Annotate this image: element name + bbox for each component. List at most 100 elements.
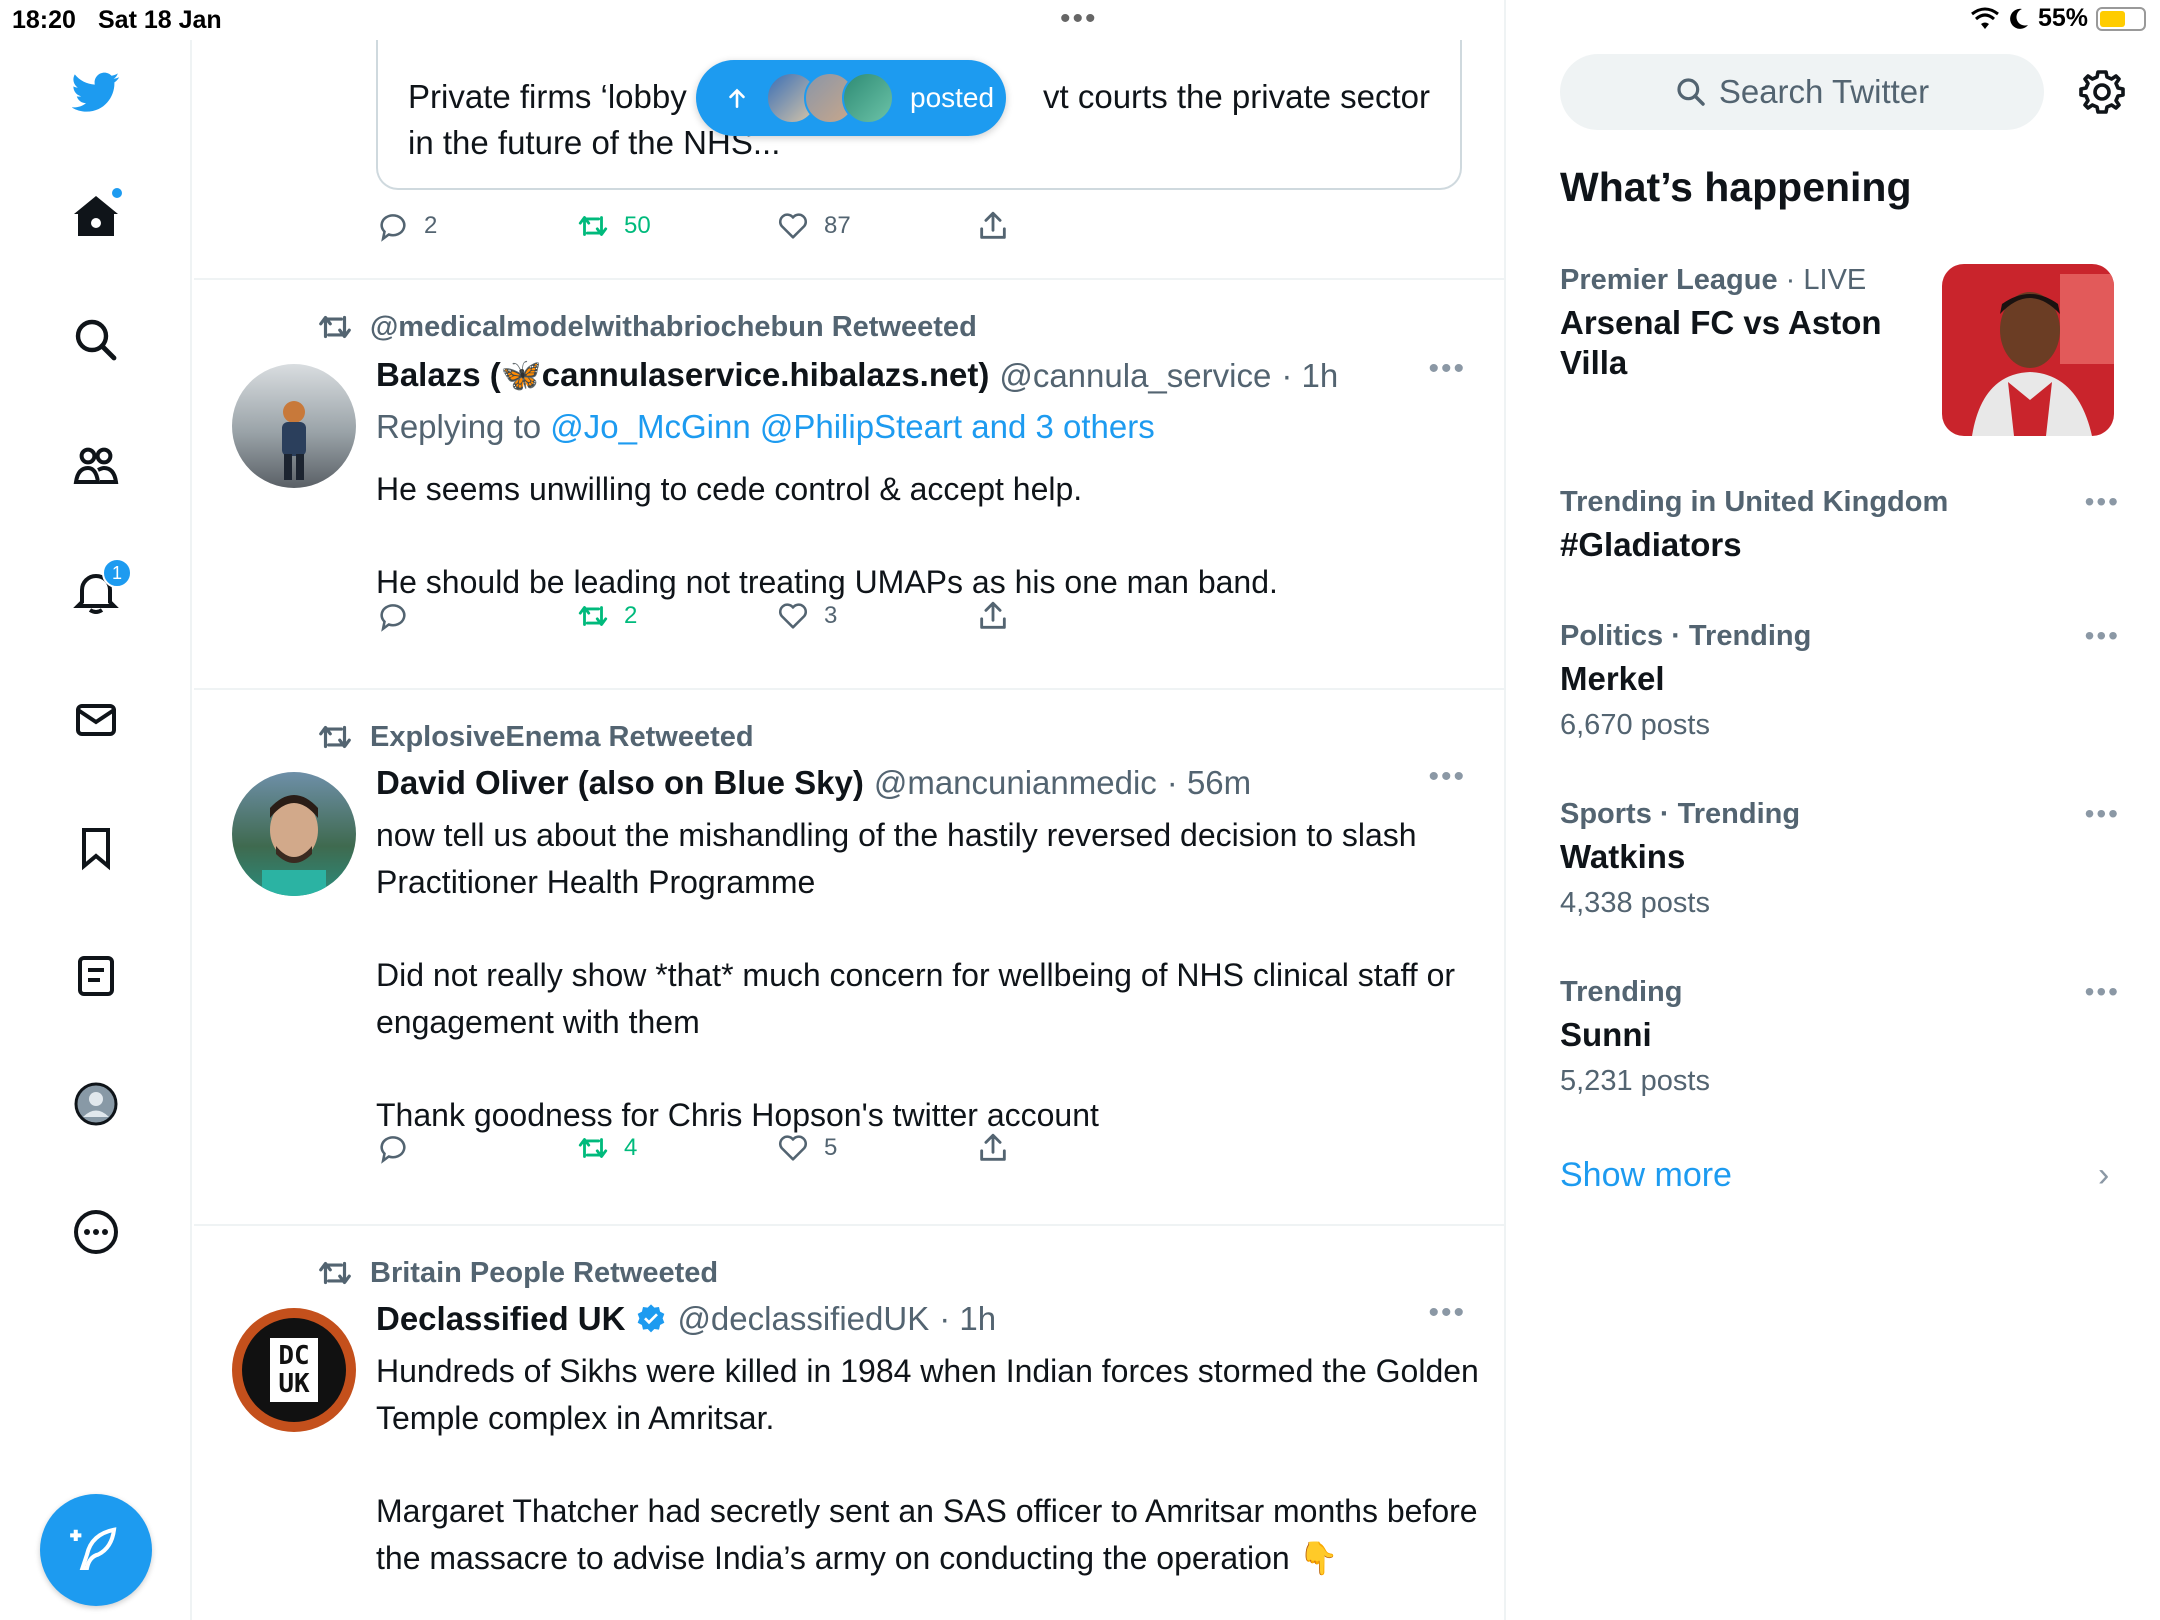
timeline[interactable]: Private firms ‘lobby vt courts the priva… bbox=[194, 0, 1506, 1620]
avatar-logo: DC UK bbox=[270, 1338, 318, 1402]
trend-item[interactable]: Sports · Trending Watkins 4,338 posts ••… bbox=[1560, 798, 2120, 920]
retweet-small-icon bbox=[319, 315, 351, 339]
trend-category: Sports · Trending bbox=[1560, 798, 1801, 830]
settings-gear-icon[interactable] bbox=[2078, 68, 2126, 116]
retweet-small-icon bbox=[319, 725, 351, 749]
search-icon bbox=[1677, 78, 1705, 106]
author-avatar[interactable] bbox=[232, 772, 356, 896]
trend-title: Sunni bbox=[1560, 1016, 1652, 1053]
like-count: 3 bbox=[824, 602, 838, 629]
search-input[interactable]: Search Twitter bbox=[1560, 54, 2044, 130]
whats-happening-title: What’s happening bbox=[1560, 164, 1912, 210]
tweet[interactable]: ExplosiveEnema Retweeted David Oliver (a… bbox=[194, 690, 1504, 1224]
author-handle[interactable]: @cannula_service bbox=[999, 357, 1271, 395]
tweet-header: Declassified UK @declassifiedUK · 1h bbox=[376, 1300, 996, 1338]
trend-item[interactable]: Premier League · LIVE Arsenal FC vs Asto… bbox=[1560, 264, 1920, 383]
trend-category: Premier League · LIVE bbox=[1560, 264, 1920, 297]
trend-category: Trending bbox=[1560, 976, 1683, 1008]
new-posts-avatars bbox=[766, 72, 894, 124]
tweet-text: He seems unwilling to cede control & acc… bbox=[376, 466, 1486, 606]
retweeted-by-line: ExplosiveEnema Retweeted bbox=[316, 718, 754, 756]
share-button[interactable] bbox=[976, 209, 1010, 243]
tweet-paragraph: Hundreds of Sikhs were killed in 1984 wh… bbox=[376, 1353, 1479, 1436]
communities-icon[interactable] bbox=[68, 438, 124, 494]
right-sidebar: Search Twitter What’s happening Premier … bbox=[1508, 0, 2160, 1620]
trend-post-count: 6,670 posts bbox=[1560, 709, 1710, 741]
replying-to-prefix: Replying to bbox=[376, 408, 542, 445]
trend-more-icon[interactable]: ••• bbox=[2085, 798, 2120, 830]
avatar bbox=[842, 72, 894, 124]
tweet-paragraph: He should be leading not treating UMAPs … bbox=[376, 564, 1278, 600]
trend-category: Politics · Trending bbox=[1560, 620, 1812, 652]
tweet-time[interactable]: · 1h bbox=[939, 1300, 996, 1338]
verified-badge-icon bbox=[638, 1304, 665, 1333]
author-name[interactable]: Declassified UK bbox=[376, 1300, 625, 1338]
home-icon[interactable] bbox=[68, 186, 124, 244]
tweet-more-icon[interactable]: ••• bbox=[1428, 352, 1466, 386]
retweeted-by-line: @medicalmodelwithabriochebun Retweeted bbox=[316, 308, 977, 346]
tweet-more-icon[interactable]: ••• bbox=[1428, 1296, 1466, 1330]
reply-button[interactable]: 2 bbox=[376, 209, 437, 243]
like-button[interactable]: 87 bbox=[776, 209, 851, 243]
explore-search-icon[interactable] bbox=[68, 312, 124, 368]
search-placeholder: Search Twitter bbox=[1718, 73, 1930, 110]
profile-avatar-icon[interactable] bbox=[68, 1076, 124, 1132]
bookmarks-icon[interactable] bbox=[68, 820, 124, 876]
tweet-time[interactable]: · 56m bbox=[1167, 764, 1251, 802]
trend-more-icon[interactable]: ••• bbox=[2085, 976, 2120, 1008]
heart-icon bbox=[778, 603, 808, 629]
author-avatar[interactable]: DC UK bbox=[232, 1308, 356, 1432]
new-posts-pill[interactable]: posted bbox=[696, 60, 1006, 136]
retweet-button[interactable]: 50 bbox=[576, 209, 651, 243]
share-button[interactable] bbox=[976, 1131, 1010, 1165]
retweet-button[interactable]: 4 bbox=[576, 1131, 637, 1165]
trend-image[interactable] bbox=[1942, 264, 2114, 436]
quoted-tweet-line1-right: vt courts the private sector bbox=[1043, 78, 1430, 115]
author-name[interactable]: David Oliver (also on Blue Sky) bbox=[376, 764, 864, 802]
trend-item[interactable]: Trending in United Kingdom #Gladiators •… bbox=[1560, 486, 2120, 565]
retweeted-by-line: Britain People Retweeted bbox=[316, 1254, 718, 1292]
arrow-up-icon bbox=[729, 88, 745, 108]
trend-live-label: · LIVE bbox=[1777, 264, 1867, 296]
trend-title: Merkel bbox=[1560, 660, 1665, 697]
notifications-badge: 1 bbox=[102, 558, 132, 588]
twitter-logo-icon[interactable] bbox=[68, 64, 124, 120]
tweet-header: Balazs (🦋cannulaservice.hibalazs.net) @c… bbox=[376, 356, 1338, 395]
tweet-paragraph: Margaret Thatcher had secretly sent an S… bbox=[376, 1493, 1478, 1576]
trend-title: Arsenal FC vs Aston Villa bbox=[1560, 304, 1882, 381]
replying-to-link[interactable]: @Jo_McGinn @PhilipSteart and 3 others bbox=[550, 408, 1154, 445]
messages-envelope-icon[interactable] bbox=[68, 692, 124, 748]
like-button[interactable]: 5 bbox=[776, 1131, 837, 1165]
retweet-icon bbox=[578, 216, 608, 236]
trend-more-icon[interactable]: ••• bbox=[2085, 486, 2120, 518]
notifications-bell-icon[interactable]: 1 bbox=[68, 558, 132, 620]
trend-item[interactable]: Trending Sunni 5,231 posts ••• bbox=[1560, 976, 2120, 1098]
heart-icon bbox=[778, 1135, 808, 1161]
lists-icon[interactable] bbox=[68, 948, 124, 1004]
trend-more-icon[interactable]: ••• bbox=[2085, 620, 2120, 652]
tweet[interactable]: Britain People Retweeted DC UK Declassif… bbox=[194, 1226, 1504, 1620]
tweet-time[interactable]: · 1h bbox=[1281, 357, 1338, 395]
share-icon bbox=[980, 1133, 1006, 1161]
compose-tweet-button[interactable] bbox=[40, 1494, 152, 1606]
trend-post-count: 5,231 posts bbox=[1560, 1065, 1710, 1097]
retweet-button[interactable]: 2 bbox=[576, 599, 637, 633]
tweet[interactable]: @medicalmodelwithabriochebun Retweeted B… bbox=[194, 280, 1504, 688]
like-count: 5 bbox=[824, 1134, 838, 1161]
share-button[interactable] bbox=[976, 599, 1010, 633]
tweet-more-icon[interactable]: ••• bbox=[1428, 760, 1466, 794]
author-handle[interactable]: @declassifiedUK bbox=[677, 1300, 929, 1338]
more-options-icon[interactable] bbox=[68, 1204, 124, 1260]
retweet-count: 2 bbox=[624, 602, 638, 629]
reply-button[interactable] bbox=[376, 599, 424, 633]
status-time: 18:20 bbox=[12, 6, 76, 34]
replying-to-line: Replying to @Jo_McGinn @PhilipSteart and… bbox=[376, 408, 1155, 446]
reply-button[interactable] bbox=[376, 1131, 424, 1165]
trend-item[interactable]: Politics · Trending Merkel 6,670 posts •… bbox=[1560, 620, 2120, 742]
retweeted-by-text: @medicalmodelwithabriochebun Retweeted bbox=[370, 310, 977, 343]
author-name[interactable]: Balazs (🦋cannulaservice.hibalazs.net) bbox=[376, 356, 989, 395]
author-avatar[interactable] bbox=[232, 364, 356, 488]
like-button[interactable]: 3 bbox=[776, 599, 837, 633]
show-more-link[interactable]: Show more bbox=[1560, 1156, 1732, 1195]
author-handle[interactable]: @mancunianmedic bbox=[874, 764, 1157, 802]
